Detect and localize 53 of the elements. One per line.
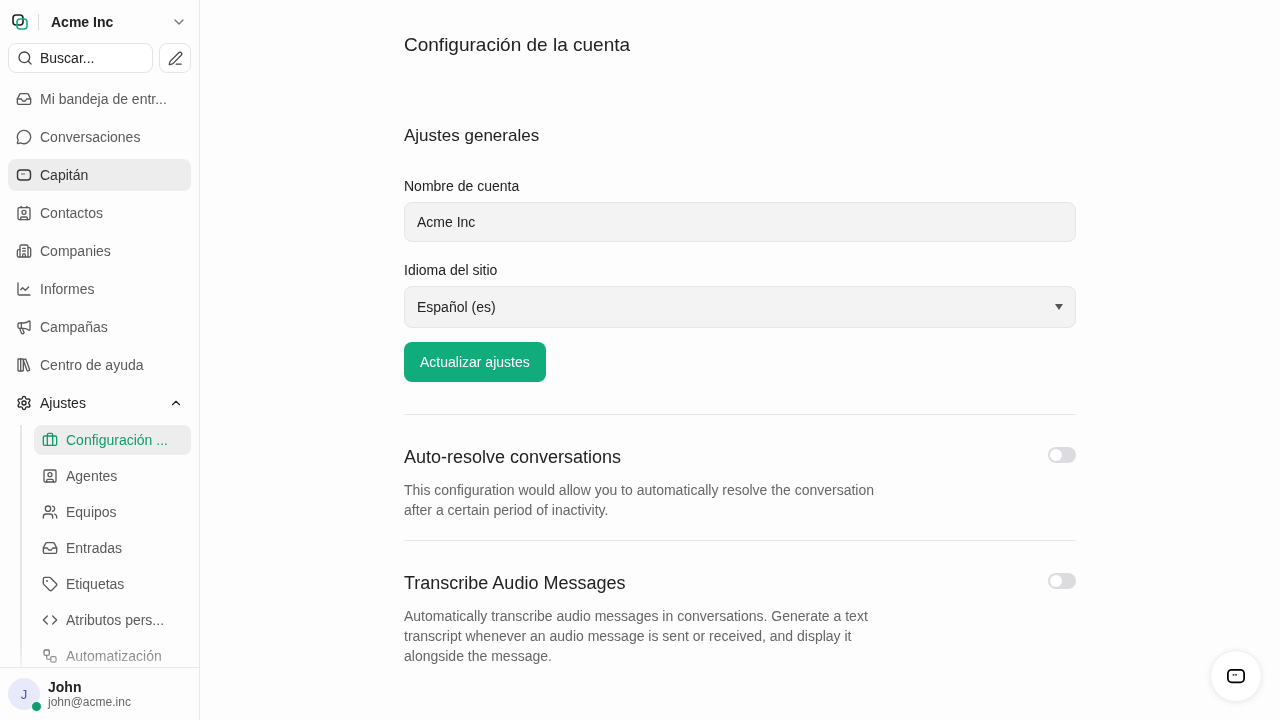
sidebar-subitem[interactable]: Etiquetas <box>34 569 191 599</box>
sidebar-item[interactable]: Ajustes <box>8 387 191 419</box>
sidebar-item[interactable]: Contactos <box>8 197 191 229</box>
pen-icon <box>167 50 183 66</box>
settings-icon <box>16 395 32 411</box>
sidebar-item[interactable]: Informes <box>8 273 191 305</box>
line-chart-icon <box>16 281 32 297</box>
inbox-icon <box>42 540 58 556</box>
bot-icon <box>1226 666 1246 686</box>
user-email: john@acme.inc <box>48 695 131 709</box>
setting-description: Automatically transcribe audio messages in conversations. Generate a text transcript whenever an audio message is sent or received, and display it alongside the message. <box>404 607 869 666</box>
user-name: John <box>48 679 83 695</box>
user-avatar[interactable]: J <box>8 678 40 710</box>
account-name-field[interactable]: Acme Inc <box>404 202 1076 242</box>
caret-icon <box>1055 304 1063 310</box>
sidebar-item[interactable]: Campañas <box>8 311 191 343</box>
field-label: Idioma del sitio <box>404 262 499 278</box>
sidebar-item[interactable]: Capitán <box>8 159 191 191</box>
setting-description: This configuration would allow you to automatically resolve the conversation after a certain period of inactivity. <box>404 481 876 520</box>
tag-icon <box>42 576 58 592</box>
page-title: Configuración de la cuenta <box>404 34 632 56</box>
section-title: Ajustes generales <box>404 126 541 146</box>
field-label: Nombre de cuenta <box>404 178 521 194</box>
search-field[interactable]: Buscar... <box>8 43 153 73</box>
sidebar-subitem[interactable]: Atributos pers... <box>34 605 191 635</box>
workflow-icon <box>42 648 58 664</box>
sidebar-item[interactable]: Mi bandeja de entr... <box>8 83 191 115</box>
sidebar-subitem[interactable]: Agentes <box>34 461 191 491</box>
chat-bubble-icon <box>16 129 32 145</box>
sidebar-item[interactable]: Companies <box>8 235 191 267</box>
sidebar-subitem[interactable]: Equipos <box>34 497 191 527</box>
account-name[interactable]: Acme Inc <box>38 14 161 30</box>
bot-icon <box>16 167 32 183</box>
inbox-icon <box>16 91 32 107</box>
sidebar-item[interactable]: Conversaciones <box>8 121 191 153</box>
setting-title: Transcribe Audio Messages <box>404 573 627 594</box>
compose-button[interactable] <box>159 43 191 73</box>
books-icon <box>16 357 32 373</box>
building-icon <box>16 243 32 259</box>
toggle-switch[interactable] <box>1048 573 1076 589</box>
logo-icon <box>12 14 28 30</box>
setting-title: Auto-resolve conversations <box>404 447 623 468</box>
briefcase-icon <box>42 432 58 448</box>
sidebar-subitem[interactable]: Entradas <box>34 533 191 563</box>
toggle-switch[interactable] <box>1048 447 1076 463</box>
sidebar-item[interactable]: Centro de ayuda <box>8 349 191 381</box>
contact-card-icon <box>16 205 32 221</box>
user-square-icon <box>42 468 58 484</box>
megaphone-icon <box>16 319 32 335</box>
users-icon <box>42 504 58 520</box>
language-select[interactable]: Español (es) <box>404 286 1076 328</box>
code-icon <box>42 612 58 628</box>
assistant-button[interactable] <box>1210 650 1262 702</box>
